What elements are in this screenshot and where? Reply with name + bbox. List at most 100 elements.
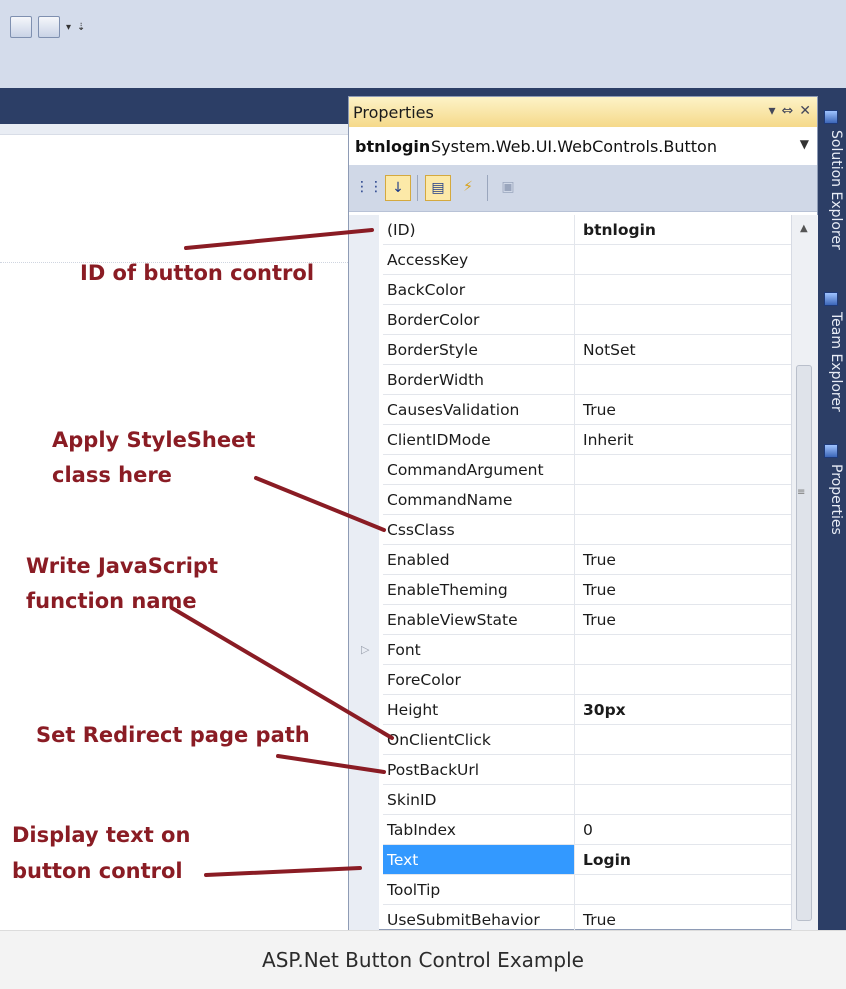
property-value[interactable]: 0 xyxy=(575,815,791,845)
categorized-icon[interactable]: ⋮⋮ xyxy=(355,175,383,201)
property-row[interactable]: OnClientClick xyxy=(349,725,791,755)
tab-properties[interactable]: Properties xyxy=(822,464,844,535)
property-row[interactable]: ToolTip xyxy=(349,875,791,905)
property-name[interactable]: CssClass xyxy=(383,515,575,545)
property-row[interactable]: EnableViewState True xyxy=(349,605,791,635)
window-position-icon[interactable]: ▾ xyxy=(769,103,776,119)
property-value[interactable] xyxy=(575,635,791,665)
property-row[interactable]: TabIndex 0 xyxy=(349,815,791,845)
expand-icon[interactable]: ▷ xyxy=(361,643,369,656)
tab-solution-explorer[interactable]: Solution Explorer xyxy=(822,130,844,250)
property-value[interactable] xyxy=(575,275,791,305)
property-row[interactable]: SkinID xyxy=(349,785,791,815)
property-row[interactable]: PostBackUrl xyxy=(349,755,791,785)
toolbar-layout-icon[interactable] xyxy=(10,16,32,38)
properties-title: Properties xyxy=(353,103,434,122)
property-name[interactable]: ToolTip xyxy=(383,875,575,905)
property-value[interactable] xyxy=(575,875,791,905)
property-name[interactable]: UseSubmitBehavior xyxy=(383,905,575,931)
property-value[interactable] xyxy=(575,365,791,395)
property-row[interactable]: ▷ Font xyxy=(349,635,791,665)
property-value[interactable] xyxy=(575,245,791,275)
property-value[interactable]: True xyxy=(575,395,791,425)
property-value[interactable] xyxy=(575,515,791,545)
side-tab-strip: Solution Explorer Team Explorer Properti… xyxy=(818,96,846,930)
property-name[interactable]: Enabled xyxy=(383,545,575,575)
toolbar-window-icon[interactable] xyxy=(38,16,60,38)
property-name[interactable]: AccessKey xyxy=(383,245,575,275)
toolbar-dropdown-icon[interactable]: ▾ xyxy=(66,22,71,33)
pin-icon[interactable]: ⇔ xyxy=(782,103,794,119)
property-value[interactable] xyxy=(575,725,791,755)
property-name[interactable]: CausesValidation xyxy=(383,395,575,425)
property-value[interactable] xyxy=(575,665,791,695)
property-name[interactable]: PostBackUrl xyxy=(383,755,575,785)
property-name[interactable]: BorderWidth xyxy=(383,365,575,395)
property-value[interactable]: True xyxy=(575,545,791,575)
property-row[interactable]: CommandArgument xyxy=(349,455,791,485)
property-row[interactable]: AccessKey xyxy=(349,245,791,275)
property-name[interactable]: Font xyxy=(383,635,575,665)
property-pages-icon[interactable]: ▣ xyxy=(495,175,521,201)
property-grid-scrollbar[interactable]: ▲ ≡ xyxy=(791,215,818,931)
screenshot-frame: ▾ ⇣ Properties ▾ ⇔ ✕ btnlogin System.Web… xyxy=(0,0,846,989)
toolbar-overflow-icon[interactable]: ⇣ xyxy=(77,22,85,33)
property-name[interactable]: OnClientClick xyxy=(383,725,575,755)
property-row[interactable]: Enabled True xyxy=(349,545,791,575)
property-value[interactable]: Inherit xyxy=(575,425,791,455)
property-value[interactable]: NotSet xyxy=(575,335,791,365)
property-row[interactable]: BackColor xyxy=(349,275,791,305)
property-name[interactable]: (ID) xyxy=(383,215,575,245)
property-name[interactable]: BackColor xyxy=(383,275,575,305)
property-row[interactable]: CommandName xyxy=(349,485,791,515)
scroll-up-icon[interactable]: ▲ xyxy=(800,223,808,234)
property-row[interactable]: Height 30px xyxy=(349,695,791,725)
design-surface xyxy=(0,124,348,930)
property-name[interactable]: EnableViewState xyxy=(383,605,575,635)
property-value[interactable] xyxy=(575,785,791,815)
toolbar-icons: ▾ ⇣ xyxy=(10,16,85,38)
property-name[interactable]: BorderStyle xyxy=(383,335,575,365)
properties-title-bar[interactable]: Properties ▾ ⇔ ✕ xyxy=(349,97,817,128)
property-row[interactable]: UseSubmitBehavior True xyxy=(349,905,791,931)
chevron-down-icon[interactable]: ▼ xyxy=(800,137,809,151)
property-row[interactable]: ForeColor xyxy=(349,665,791,695)
property-value[interactable] xyxy=(575,755,791,785)
property-name[interactable]: CommandName xyxy=(383,485,575,515)
property-row[interactable]: (ID) btnlogin xyxy=(349,215,791,245)
property-row[interactable]: Text Login xyxy=(349,845,791,875)
property-row[interactable]: BorderColor xyxy=(349,305,791,335)
property-value[interactable]: btnlogin xyxy=(575,215,791,245)
events-lightning-icon[interactable]: ⚡ xyxy=(455,175,481,201)
property-value[interactable]: 30px xyxy=(575,695,791,725)
property-value[interactable] xyxy=(575,455,791,485)
property-name[interactable]: SkinID xyxy=(383,785,575,815)
tab-team-explorer[interactable]: Team Explorer xyxy=(822,312,844,412)
property-value[interactable]: True xyxy=(575,575,791,605)
property-value[interactable]: True xyxy=(575,905,791,931)
alphabetical-sort-icon[interactable]: ↓ xyxy=(385,175,411,201)
property-name[interactable]: BorderColor xyxy=(383,305,575,335)
property-name[interactable]: Height xyxy=(383,695,575,725)
property-row[interactable]: CausesValidation True xyxy=(349,395,791,425)
property-row[interactable]: EnableTheming True xyxy=(349,575,791,605)
scrollbar-thumb[interactable] xyxy=(796,365,812,921)
object-selector[interactable]: btnlogin System.Web.UI.WebControls.Butto… xyxy=(349,127,817,166)
properties-view-icon[interactable]: ▤ xyxy=(425,175,451,201)
property-name[interactable]: Text xyxy=(383,845,575,875)
property-row[interactable]: BorderStyle NotSet xyxy=(349,335,791,365)
property-value[interactable] xyxy=(575,485,791,515)
property-value[interactable]: Login xyxy=(575,845,791,875)
property-name[interactable]: ForeColor xyxy=(383,665,575,695)
close-icon[interactable]: ✕ xyxy=(799,103,811,119)
property-name[interactable]: TabIndex xyxy=(383,815,575,845)
property-value[interactable] xyxy=(575,305,791,335)
annotation-id: ID of button control xyxy=(80,261,315,285)
property-row[interactable]: BorderWidth xyxy=(349,365,791,395)
property-row[interactable]: CssClass xyxy=(349,515,791,545)
property-value[interactable]: True xyxy=(575,605,791,635)
property-name[interactable]: EnableTheming xyxy=(383,575,575,605)
property-name[interactable]: CommandArgument xyxy=(383,455,575,485)
property-row[interactable]: ClientIDMode Inherit xyxy=(349,425,791,455)
property-name[interactable]: ClientIDMode xyxy=(383,425,575,455)
